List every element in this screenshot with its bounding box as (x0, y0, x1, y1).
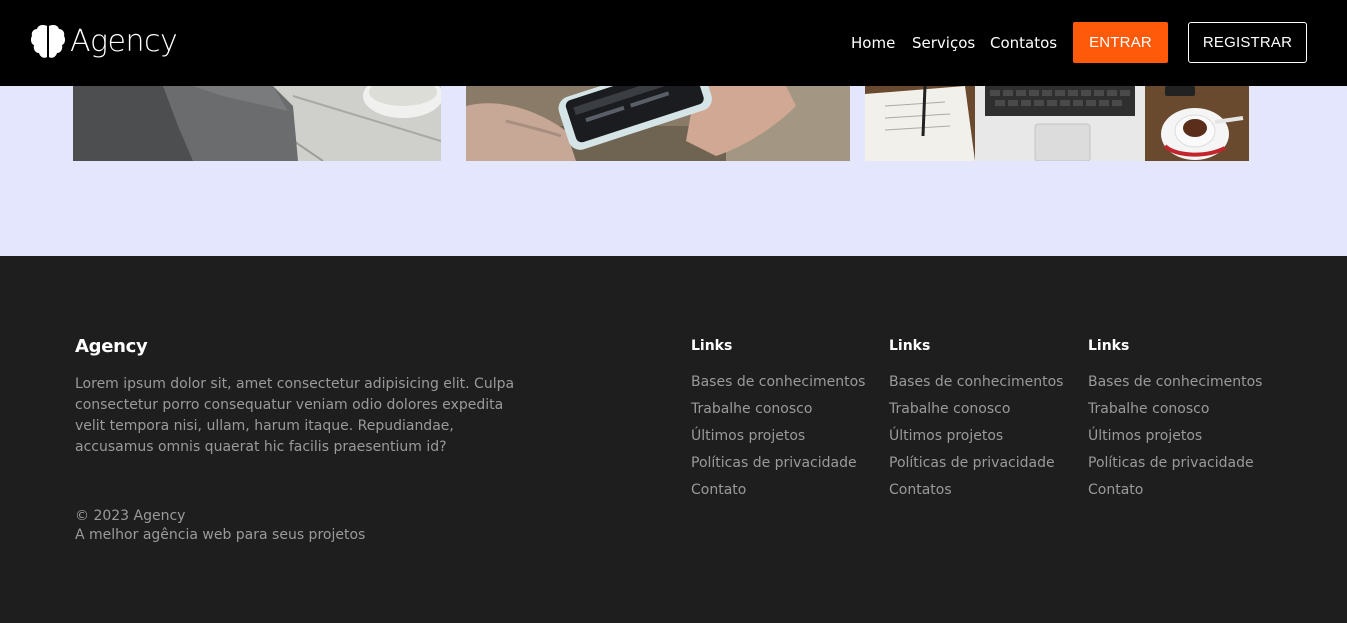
blog-photo-smartphone[interactable] (466, 86, 850, 161)
blog-photo-socks-coffee[interactable] (73, 86, 441, 161)
footer-column-title: Links (691, 338, 733, 354)
footer-link-trabalhe[interactable]: Trabalhe conosco (889, 396, 1079, 423)
footer-copyright: © 2023 Agency (75, 508, 186, 524)
nav-contatos[interactable]: Contatos (990, 33, 1057, 53)
footer-link-bases[interactable]: Bases de conhecimentos (691, 369, 881, 396)
register-button[interactable]: REGISTRAR (1188, 22, 1307, 63)
logo-text: Agency (70, 24, 178, 59)
footer-link-contato[interactable]: Contato (691, 477, 881, 504)
footer-link-contato[interactable]: Contato (1088, 477, 1278, 504)
nav-servicos[interactable]: Serviços (912, 33, 975, 53)
logo-link[interactable]: Agency (31, 24, 178, 60)
blog-section (0, 86, 1347, 256)
footer-link-bases[interactable]: Bases de conhecimentos (889, 369, 1079, 396)
brain-icon (31, 25, 65, 58)
footer-links-column: Links Bases de conhecimentos Trabalhe co… (1088, 337, 1278, 504)
footer-link-trabalhe[interactable]: Trabalhe conosco (691, 396, 881, 423)
footer-link-privacidade[interactable]: Políticas de privacidade (889, 450, 1079, 477)
site-footer: Agency Lorem ipsum dolor sit, amet conse… (0, 256, 1347, 623)
footer-link-trabalhe[interactable]: Trabalhe conosco (1088, 396, 1278, 423)
footer-link-projetos[interactable]: Últimos projetos (691, 423, 881, 450)
footer-description: Lorem ipsum dolor sit, amet consectetur … (75, 376, 515, 455)
footer-column-title: Links (1088, 338, 1130, 354)
footer-link-privacidade[interactable]: Políticas de privacidade (1088, 450, 1278, 477)
login-button[interactable]: ENTRAR (1073, 22, 1168, 63)
footer-link-projetos[interactable]: Últimos projetos (889, 423, 1079, 450)
footer-link-contatos[interactable]: Contatos (889, 477, 1079, 504)
footer-link-bases[interactable]: Bases de conhecimentos (1088, 369, 1278, 396)
footer-copyright-block: © 2023 Agency A melhor agência web para … (75, 507, 365, 545)
footer-link-privacidade[interactable]: Políticas de privacidade (691, 450, 881, 477)
nav-home[interactable]: Home (851, 33, 895, 53)
footer-links-column: Links Bases de conhecimentos Trabalhe co… (889, 337, 1079, 504)
footer-links-column: Links Bases de conhecimentos Trabalhe co… (691, 337, 881, 504)
top-navbar: Agency Home Serviços Contatos ENTRAR REG… (0, 0, 1347, 86)
blog-photo-laptop-desk[interactable] (865, 86, 1249, 161)
footer-link-projetos[interactable]: Últimos projetos (1088, 423, 1278, 450)
footer-tagline: A melhor agência web para seus projetos (75, 527, 366, 543)
footer-column-title: Links (889, 338, 931, 354)
footer-brand: Agency (75, 336, 148, 357)
